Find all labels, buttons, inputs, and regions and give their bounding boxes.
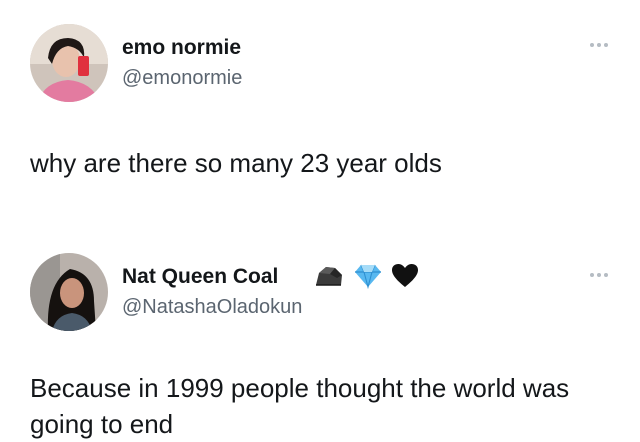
avatar[interactable]: [30, 24, 108, 102]
user-handle[interactable]: @emonormie: [122, 67, 242, 90]
more-options-icon[interactable]: [590, 40, 614, 50]
avatar[interactable]: [30, 253, 108, 331]
display-name[interactable]: Nat Queen Coal: [122, 265, 278, 289]
black-heart-icon: [391, 263, 419, 294]
profile-photo-icon: [30, 24, 108, 102]
display-name[interactable]: emo normie: [122, 36, 241, 60]
user-handle[interactable]: @NatashaOladokun: [122, 296, 302, 319]
profile-photo-icon: [30, 253, 108, 331]
gem-emoji-icon: [353, 263, 383, 294]
coal-emoji-icon: [313, 263, 345, 294]
tweet[interactable]: Nat Queen Coal @NatashaOladokun Because …: [0, 230, 640, 439]
more-options-icon[interactable]: [590, 270, 614, 280]
tweet[interactable]: emo normie @emonormie why are there so m…: [0, 0, 640, 230]
name-emoji-badges: [313, 263, 419, 294]
tweet-text: why are there so many 23 year olds: [30, 148, 442, 178]
tweet-text: Because in 1999 people thought the world…: [30, 373, 570, 439]
